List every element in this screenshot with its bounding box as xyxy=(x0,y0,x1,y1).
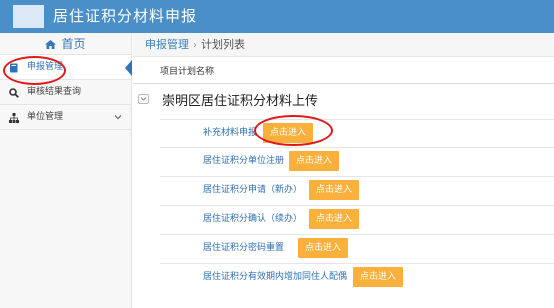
row-label: 居住证积分有效期内增加同住人配偶 xyxy=(203,272,348,282)
chevron-down-icon xyxy=(140,97,147,101)
column-header: 项目计划名称 xyxy=(133,58,554,84)
search-icon xyxy=(9,88,19,98)
sidebar: 首页 申报管理 审核结果查询 单位管理 xyxy=(0,33,132,308)
table-row: 居住证积分申请（新办） 点击进入 xyxy=(160,176,554,204)
sidebar-item-label: 申报管理 xyxy=(27,62,64,72)
group-title: 崇明区居住证积分材料上传 xyxy=(162,94,319,109)
sidebar-item-declaration[interactable]: 申报管理 xyxy=(0,55,132,80)
breadcrumb-parent-link[interactable]: 申报管理 xyxy=(145,38,189,51)
table-row: 补充材料申报 点击进入 xyxy=(160,119,554,147)
row-label: 居住证积分申请（新办） xyxy=(203,185,303,195)
sidebar-item-review-results[interactable]: 审核结果查询 xyxy=(0,80,131,105)
table-row: 居住证积分密码重置 点击进入 xyxy=(160,234,554,262)
row-label: 补充材料申报 xyxy=(203,128,258,138)
app-header: 居住证积分材料申报 xyxy=(0,0,554,33)
enter-button[interactable]: 点击进入 xyxy=(309,180,360,200)
row-label: 居住证积分单位注册 xyxy=(203,156,285,166)
logo xyxy=(13,5,44,28)
table-row: 居住证积分单位注册 点击进入 xyxy=(160,147,554,175)
enter-button[interactable]: 点击进入 xyxy=(309,209,360,229)
active-indicator xyxy=(125,60,132,76)
sidebar-item-label: 审核结果查询 xyxy=(27,87,82,97)
enter-button[interactable]: 点击进入 xyxy=(263,123,314,143)
org-chart-icon xyxy=(9,113,19,123)
app-title: 居住证积分材料申报 xyxy=(53,7,198,25)
breadcrumb-separator: › xyxy=(193,40,197,51)
breadcrumb-current: 计划列表 xyxy=(201,38,245,51)
table-row: 居住证积分有效期内增加同住人配偶 点击进入 xyxy=(160,263,554,291)
breadcrumb: 申报管理 › 计划列表 xyxy=(133,33,554,57)
enter-button[interactable]: 点击进入 xyxy=(289,151,340,171)
row-label: 居住证积分确认（续办） xyxy=(203,214,303,224)
home-label: 首页 xyxy=(61,37,86,51)
row-label: 居住证积分密码重置 xyxy=(203,243,285,253)
sidebar-item-unit-management[interactable]: 单位管理 xyxy=(0,105,131,130)
enter-button[interactable]: 点击进入 xyxy=(353,267,404,287)
sidebar-home[interactable]: 首页 xyxy=(0,33,131,55)
book-icon xyxy=(10,63,18,73)
table-row: 居住证积分确认（续办） 点击进入 xyxy=(160,205,554,233)
sidebar-item-label: 单位管理 xyxy=(27,112,64,122)
enter-button[interactable]: 点击进入 xyxy=(298,238,349,258)
group-collapse-toggle[interactable] xyxy=(138,94,149,104)
chevron-down-icon xyxy=(114,115,122,120)
home-icon xyxy=(45,40,57,49)
